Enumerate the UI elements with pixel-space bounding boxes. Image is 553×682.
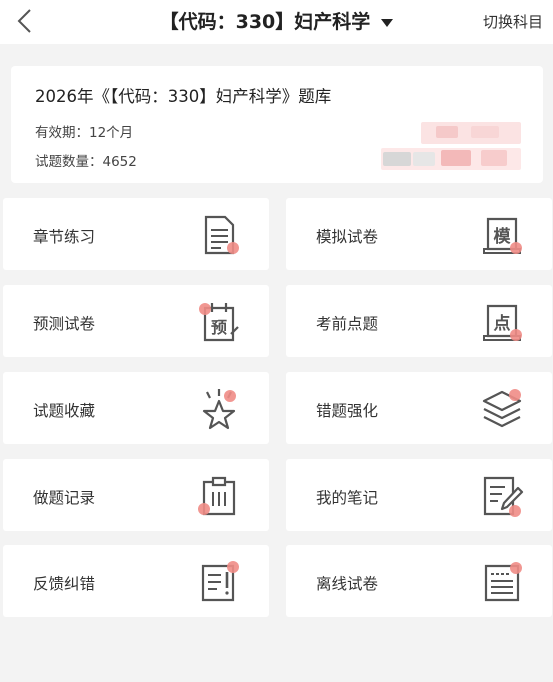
svg-text:点: 点	[494, 313, 511, 334]
tile-practice-history[interactable]: 做题记录	[3, 459, 269, 531]
tile-predict-exam[interactable]: 预测试卷 预	[3, 285, 269, 357]
tile-label: 错题强化	[316, 402, 379, 420]
svg-text:模: 模	[494, 226, 512, 247]
title-dropdown[interactable]: 【代码：330】妇产科学	[0, 7, 553, 34]
switch-subject-button[interactable]: 切换科目	[483, 11, 543, 32]
tile-mock-exam[interactable]: 模拟试卷 模	[286, 198, 552, 270]
svg-text:预: 预	[211, 318, 227, 337]
tile-chapter-practice[interactable]: 章节练习	[3, 198, 269, 270]
tile-label: 做题记录	[33, 489, 96, 507]
offline-paper-icon	[480, 560, 524, 604]
tile-offline-exam[interactable]: 离线试卷	[286, 545, 552, 617]
page-title: 【代码：330】妇产科学	[159, 11, 371, 33]
caret-down-icon	[381, 12, 394, 31]
scroll-mo-icon: 模	[480, 213, 524, 257]
tile-label: 试题收藏	[33, 402, 96, 420]
tile-label: 我的笔记	[316, 489, 379, 507]
star-icon	[197, 387, 241, 431]
question-count: 试题数量：4652	[35, 154, 137, 170]
layers-icon	[480, 387, 524, 431]
tile-favorites[interactable]: 试题收藏	[3, 372, 269, 444]
scroll-dian-icon: 点	[480, 300, 524, 344]
calendar-yu-icon: 预	[197, 300, 241, 344]
bank-title: 2026年《【代码：330】妇产科学》题库	[35, 87, 332, 106]
clipboard-icon	[197, 474, 241, 518]
tile-label: 考前点题	[316, 315, 379, 333]
tile-label: 模拟试卷	[316, 228, 379, 246]
tile-label: 离线试卷	[316, 575, 379, 593]
tile-wrong-questions[interactable]: 错题强化	[286, 372, 552, 444]
tile-my-notes[interactable]: 我的笔记	[286, 459, 552, 531]
tile-feedback[interactable]: 反馈纠错	[3, 545, 269, 617]
tile-label: 章节练习	[33, 228, 96, 246]
top-bar: 【代码：330】妇产科学 切换科目	[0, 0, 553, 44]
note-edit-icon	[480, 474, 524, 518]
tile-label: 反馈纠错	[33, 575, 96, 593]
tile-key-points[interactable]: 考前点题 点	[286, 285, 552, 357]
question-bank-card: 2026年《【代码：330】妇产科学》题库 有效期：12个月 试题数量：4652	[11, 66, 543, 183]
validity-text: 有效期：12个月	[35, 125, 134, 141]
feedback-icon	[197, 560, 241, 604]
document-icon	[197, 213, 241, 257]
tile-label: 预测试卷	[33, 315, 96, 333]
